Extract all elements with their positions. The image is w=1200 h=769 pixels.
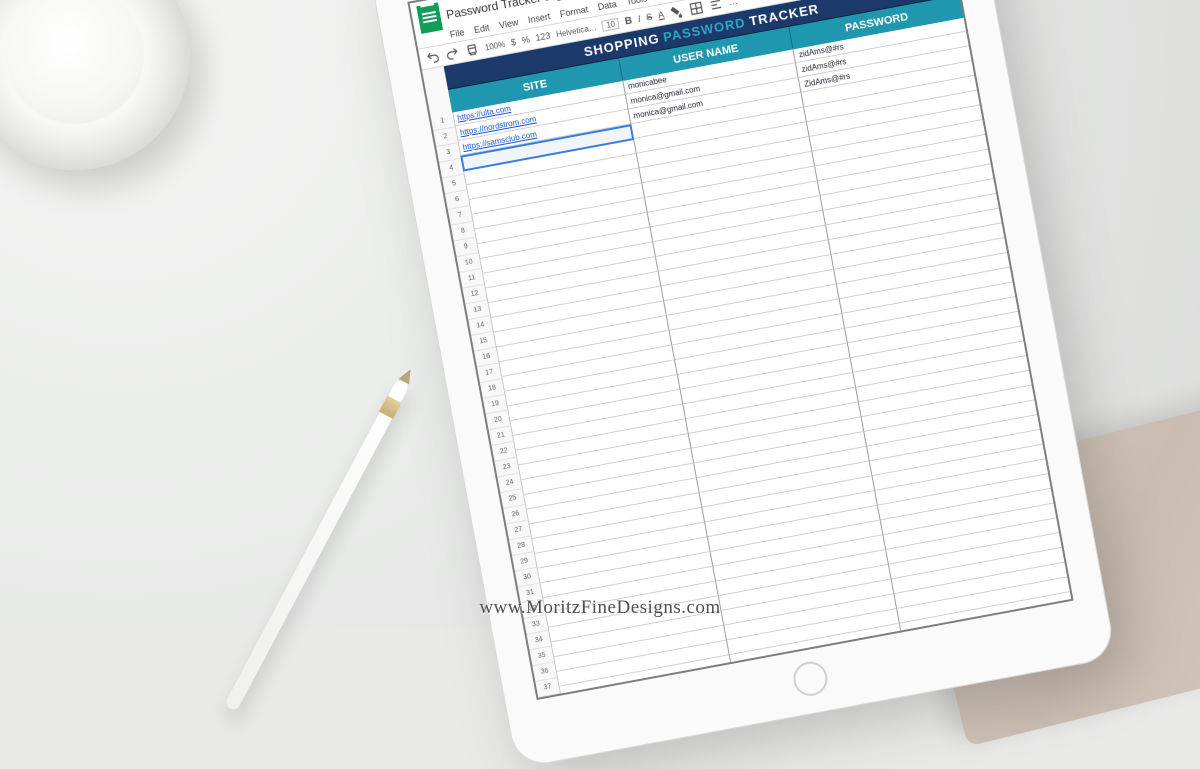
menu-data[interactable]: Data: [597, 0, 618, 12]
scene-background: Password Tracker Digital Share FileEditV…: [0, 0, 1200, 627]
italic-button[interactable]: I: [637, 14, 641, 24]
print-icon[interactable]: [464, 42, 480, 58]
data-rows: https://ulta.commonicabeezidAms@#rshttps…: [452, 17, 1071, 694]
percent-format[interactable]: %: [521, 34, 531, 45]
row-number[interactable]: 37: [535, 678, 560, 698]
ipad-body: Password Tracker Digital Share FileEditV…: [369, 0, 1116, 769]
strike-button[interactable]: S: [645, 12, 653, 23]
pen-prop: [224, 378, 410, 711]
menu-file[interactable]: File: [449, 27, 465, 39]
fill-color-icon[interactable]: [669, 4, 685, 20]
font-family-select[interactable]: Helvetica…: [555, 22, 597, 38]
undo-icon[interactable]: [425, 49, 441, 65]
bold-button[interactable]: B: [624, 15, 633, 27]
currency-format[interactable]: $: [510, 37, 517, 48]
text-color-button[interactable]: A: [657, 9, 665, 20]
zoom-select[interactable]: 100%: [484, 39, 506, 52]
google-sheets-app: Password Tracker Digital Share FileEditV…: [410, 0, 1072, 698]
ipad-screen: Password Tracker Digital Share FileEditV…: [407, 0, 1073, 700]
number-format[interactable]: 123: [535, 31, 552, 44]
borders-icon[interactable]: [688, 0, 704, 16]
spreadsheet-grid[interactable]: 1234567891011121314151617181920212223242…: [422, 0, 1071, 698]
coffee-cup-prop: [0, 0, 190, 170]
sheets-logo-icon: [416, 2, 443, 34]
font-size-input[interactable]: 10: [601, 17, 620, 31]
redo-icon[interactable]: [444, 45, 460, 61]
toolbar-overflow[interactable]: …: [728, 0, 739, 7]
ipad-home-button[interactable]: [791, 659, 831, 699]
menu-edit[interactable]: Edit: [473, 22, 490, 35]
menu-view[interactable]: View: [498, 17, 519, 30]
ipad-device: Password Tracker Digital Share FileEditV…: [369, 0, 1116, 769]
watermark-text: www.MoritzFineDesigns.com: [479, 597, 720, 619]
cell-password[interactable]: [906, 622, 1072, 668]
align-icon[interactable]: [708, 0, 724, 13]
